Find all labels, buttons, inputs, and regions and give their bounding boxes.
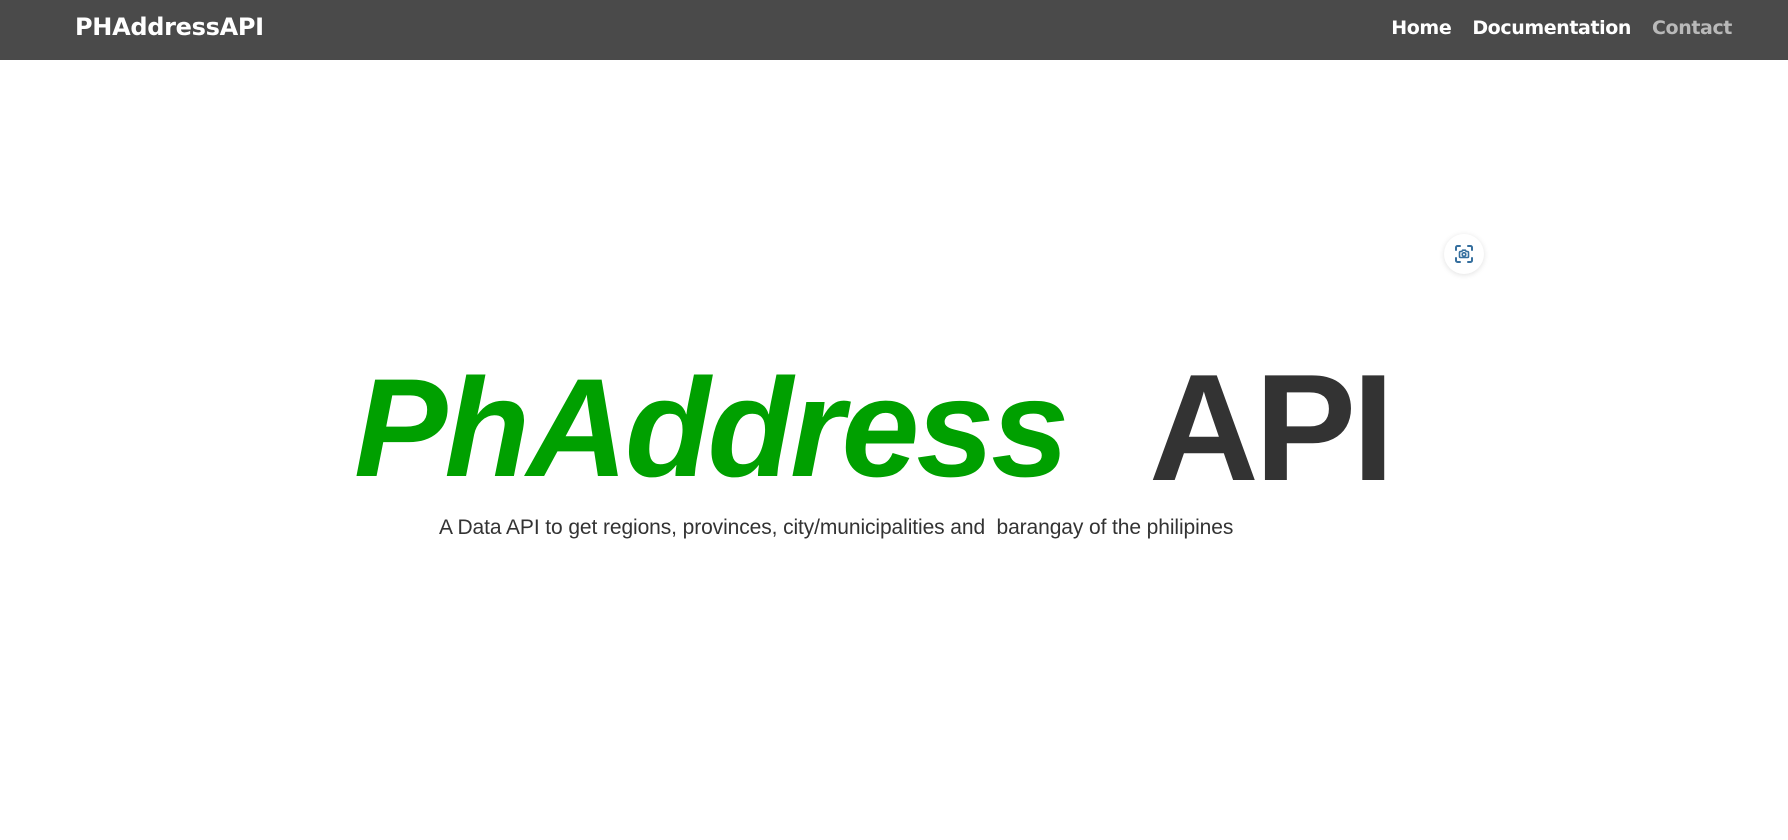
logo-tagline: A Data API to get regions, provinces, ci… [439,516,1234,539]
hero-logo: PhAddress API A Data API to get regions,… [354,349,1424,548]
nav-links: Home Documentation Contact [1391,16,1732,40]
nav-documentation-link[interactable]: Documentation [1472,16,1631,40]
navbar: PHAddressAPI Home Documentation Contact [0,0,1788,60]
visual-search-icon [1452,242,1476,266]
logo-phaddress-text: PhAddress [354,349,1069,506]
nav-home-link[interactable]: Home [1391,16,1451,40]
brand-link[interactable]: PHAddressAPI [75,13,264,41]
nav-contact-link[interactable]: Contact [1652,16,1732,40]
logo-api-text: API [1149,343,1394,513]
visual-search-button[interactable] [1444,234,1484,274]
